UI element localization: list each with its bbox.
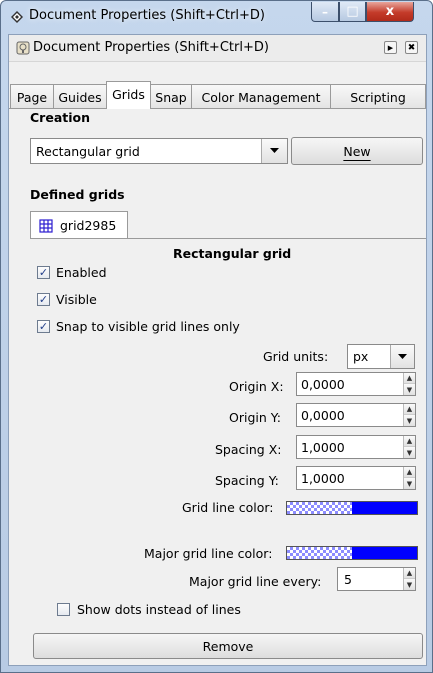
enabled-checkbox[interactable]: ✓: [37, 266, 50, 279]
major-every-stepper: ▲ ▼: [403, 568, 415, 590]
grid-line-color-label: Grid line color:: [182, 500, 274, 515]
major-grid-line-every-label: Major grid line every:: [189, 574, 322, 589]
tab-guides[interactable]: Guides: [53, 84, 107, 108]
checkmark-icon: ✓: [38, 266, 49, 279]
defined-grids-heading: Defined grids: [30, 187, 125, 202]
minimize-button[interactable]: –: [311, 2, 339, 22]
origin-x-label: Origin X:: [229, 379, 284, 394]
remove-grid-label: Remove: [202, 638, 254, 654]
origin-y-spinbox[interactable]: 0,0000 ▲ ▼: [296, 403, 416, 427]
inkscape-app-icon: [11, 11, 23, 23]
close-icon: x: [385, 4, 395, 19]
maximize-button[interactable]: □: [339, 2, 366, 22]
tab-snap[interactable]: Snap: [150, 84, 192, 108]
dock-iconify-button[interactable]: ▶: [384, 41, 397, 54]
decrement-icon[interactable]: ▼: [404, 478, 415, 489]
chevron-down-icon[interactable]: [390, 345, 414, 368]
spacing-y-stepper: ▲ ▼: [403, 467, 415, 489]
visible-checkbox[interactable]: ✓: [37, 293, 50, 306]
window-title: Document Properties (Shift+Ctrl+D): [29, 8, 265, 23]
grid-tab[interactable]: grid2985: [30, 211, 128, 238]
tab-scripting[interactable]: Scripting: [330, 84, 426, 108]
grid-type-heading: Rectangular grid: [173, 246, 292, 261]
spacing-y-label: Spacing Y:: [215, 473, 279, 488]
visible-label: Visible: [56, 292, 97, 307]
origin-y-value: 0,0000: [301, 408, 345, 423]
tab-color-management[interactable]: Color Management: [191, 84, 331, 108]
grid-units-select[interactable]: px: [347, 344, 415, 369]
grid-tab-divider: [30, 238, 426, 239]
new-grid-button[interactable]: New: [291, 137, 423, 165]
major-grid-line-every-spinbox[interactable]: 5 ▲ ▼: [337, 567, 416, 591]
tab-page[interactable]: Page: [10, 84, 54, 108]
enabled-label: Enabled: [56, 265, 107, 280]
minimize-icon: –: [322, 4, 328, 19]
dock-title: Document Properties (Shift+Ctrl+D): [33, 40, 269, 55]
spacing-y-spinbox[interactable]: 1,0000 ▲ ▼: [296, 466, 416, 490]
close-button[interactable]: x: [366, 2, 414, 22]
tab-grids[interactable]: Grids: [106, 81, 151, 109]
increment-icon[interactable]: ▲: [404, 467, 415, 478]
origin-y-stepper: ▲ ▼: [403, 404, 415, 426]
document-properties-icon: [16, 41, 30, 55]
dock-header: Document Properties (Shift+Ctrl+D) ▶ ✖: [9, 35, 426, 62]
close-icon: ✖: [407, 42, 416, 53]
spacing-x-value: 1,0000: [301, 440, 345, 455]
checkmark-icon: ✓: [38, 320, 49, 333]
grid-type-select[interactable]: Rectangular grid: [30, 138, 288, 164]
increment-icon[interactable]: ▲: [404, 568, 415, 579]
major-grid-line-color-swatch[interactable]: [286, 546, 418, 560]
major-grid-line-every-value: 5: [344, 572, 352, 587]
tab-bar: Page Guides Grids Snap Color Management …: [9, 81, 426, 109]
origin-y-label: Origin Y:: [229, 410, 281, 425]
origin-x-spinbox[interactable]: 0,0000 ▲ ▼: [296, 372, 416, 396]
show-dots-label: Show dots instead of lines: [77, 602, 241, 617]
dock-close-button[interactable]: ✖: [405, 41, 418, 54]
increment-icon[interactable]: ▲: [404, 436, 415, 447]
document-properties-window: Document Properties (Shift+Ctrl+D) – □ x…: [0, 0, 433, 673]
remove-grid-button[interactable]: Remove: [33, 633, 423, 659]
grid-icon: [39, 219, 53, 233]
decrement-icon[interactable]: ▼: [404, 384, 415, 395]
checkmark-icon: ✓: [38, 293, 49, 306]
spacing-x-spinbox[interactable]: 1,0000 ▲ ▼: [296, 435, 416, 459]
maximize-icon: □: [346, 4, 359, 19]
grid-line-color-swatch[interactable]: [286, 501, 418, 515]
grid-type-value: Rectangular grid: [36, 144, 140, 159]
new-grid-label: New: [343, 143, 371, 159]
snap-visible-only-label: Snap to visible grid lines only: [56, 319, 240, 334]
spacing-y-value: 1,0000: [301, 471, 345, 486]
tab-divider: [9, 108, 426, 109]
chevron-down-icon[interactable]: [261, 139, 287, 163]
spacing-x-label: Spacing X:: [215, 442, 282, 457]
decrement-icon[interactable]: ▼: [404, 415, 415, 426]
origin-x-stepper: ▲ ▼: [403, 373, 415, 395]
major-grid-line-color-label: Major grid line color:: [144, 546, 273, 561]
increment-icon[interactable]: ▲: [404, 404, 415, 415]
spacing-x-stepper: ▲ ▼: [403, 436, 415, 458]
grid-units-value: px: [353, 349, 369, 364]
play-icon: ▶: [387, 43, 394, 52]
origin-x-value: 0,0000: [301, 377, 345, 392]
decrement-icon[interactable]: ▼: [404, 579, 415, 590]
title-bar[interactable]: Document Properties (Shift+Ctrl+D) – □ x: [1, 1, 432, 33]
snap-visible-only-checkbox[interactable]: ✓: [37, 320, 50, 333]
creation-heading: Creation: [30, 110, 90, 125]
grid-units-label: Grid units:: [263, 349, 329, 364]
decrement-icon[interactable]: ▼: [404, 447, 415, 458]
show-dots-checkbox[interactable]: [57, 603, 70, 616]
increment-icon[interactable]: ▲: [404, 373, 415, 384]
grid-tab-label: grid2985: [60, 218, 117, 233]
